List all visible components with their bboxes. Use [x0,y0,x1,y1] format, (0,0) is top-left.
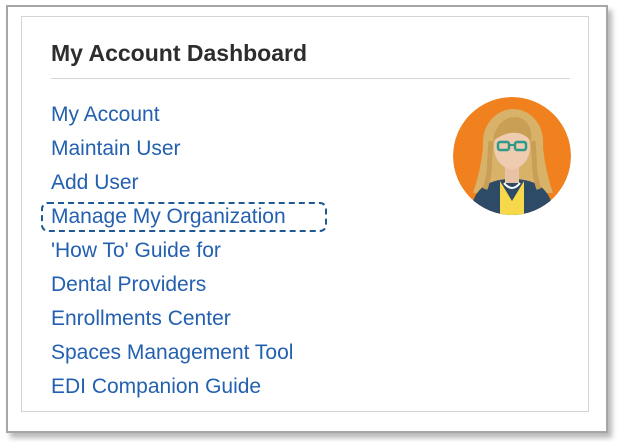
spaces-management-tool-link[interactable]: Spaces Management Tool [51,341,293,364]
link-item-add-user: Add User [51,166,293,200]
user-avatar-icon [453,97,571,215]
link-item-dental-providers: Dental Providers [51,268,293,302]
edi-companion-guide-link[interactable]: EDI Companion Guide [51,375,261,398]
enrollments-center-link[interactable]: Enrollments Center [51,307,231,330]
title-divider [51,78,570,79]
my-account-link[interactable]: My Account [51,103,160,126]
link-item-maintain-user: Maintain User [51,132,293,166]
how-to-guide-link[interactable]: 'How To' Guide for [51,239,221,262]
dashboard-title: My Account Dashboard [51,40,308,66]
link-item-enrollments-center: Enrollments Center [51,302,293,336]
link-item-my-account: My Account [51,98,293,132]
link-item-spaces-management-tool: Spaces Management Tool [51,336,293,370]
link-item-manage-my-organization: Manage My Organization [41,200,327,234]
account-dashboard-panel: My Account Dashboard My Account Maintain… [21,16,589,412]
link-item-how-to-guide: 'How To' Guide for [51,234,293,268]
link-item-edi-companion-guide: EDI Companion Guide [51,370,293,404]
manage-my-organization-link[interactable]: Manage My Organization [51,205,286,228]
screenshot-frame: My Account Dashboard My Account Maintain… [6,5,608,433]
add-user-link[interactable]: Add User [51,171,139,194]
maintain-user-link[interactable]: Maintain User [51,137,181,160]
dental-providers-link[interactable]: Dental Providers [51,273,206,296]
avatar-illustration [453,97,571,215]
dashboard-link-list: My Account Maintain User Add User Manage… [41,98,327,404]
